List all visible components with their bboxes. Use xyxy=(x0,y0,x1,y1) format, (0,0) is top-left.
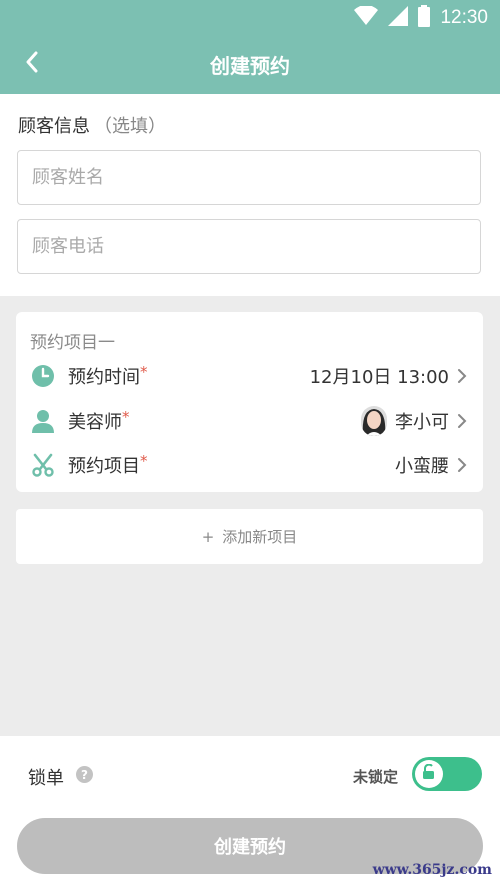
chevron-right-icon xyxy=(455,366,469,386)
unlock-icon xyxy=(421,763,437,784)
status-time: 12:30 xyxy=(440,7,488,28)
toggle-knob xyxy=(415,760,443,788)
chevron-right-icon xyxy=(455,411,469,431)
signal-icon xyxy=(388,6,409,30)
customer-name-input[interactable] xyxy=(17,150,481,205)
beautician-label: 美容师* xyxy=(68,408,130,433)
plus-icon: + xyxy=(201,527,215,546)
lock-order-label: 锁单 xyxy=(28,768,64,789)
beautician-value: 李小可 xyxy=(361,406,449,436)
add-new-item-label: 添加新项目 xyxy=(222,528,298,546)
appointment-time-label: 预约时间* xyxy=(68,363,148,388)
customer-phone-input[interactable] xyxy=(17,219,481,274)
watermark: www.365jz.com xyxy=(372,862,492,878)
battery-icon xyxy=(418,5,431,31)
app-header: 12:30 创建预约 xyxy=(0,0,500,94)
service-item-row[interactable]: 预约项目* 小蛮腰 xyxy=(16,445,483,485)
bottom-panel: 锁单 ? 未锁定 创建预约 www.365jz.com xyxy=(0,736,500,888)
appointment-time-value: 12月10日 13:00 xyxy=(309,367,449,388)
add-new-item-button[interactable]: + 添加新项目 xyxy=(16,509,483,564)
lock-toggle[interactable] xyxy=(412,757,482,791)
appointment-item-card: 预约项目一 预约时间* 12月10日 13:00 美容师* 李小可 预约项目* xyxy=(16,312,483,492)
customer-section-label: 顾客信息 xyxy=(18,116,90,137)
appointment-item-title: 预约项目一 xyxy=(30,333,115,353)
appointment-time-row[interactable]: 预约时间* 12月10日 13:00 xyxy=(16,356,483,396)
beautician-avatar xyxy=(361,406,387,436)
clock-icon xyxy=(30,363,56,389)
scissors-icon xyxy=(30,452,56,478)
service-item-value: 小蛮腰 xyxy=(395,456,449,477)
optional-label: （选填） xyxy=(94,116,166,137)
lock-status-text: 未锁定 xyxy=(352,768,398,786)
beautician-row[interactable]: 美容师* 李小可 xyxy=(16,401,483,441)
status-bar: 12:30 xyxy=(0,0,500,34)
wifi-icon xyxy=(354,5,379,30)
help-icon[interactable]: ? xyxy=(76,766,93,783)
customer-section-title: 顾客信息 （选填） xyxy=(18,112,166,138)
beautician-name: 李小可 xyxy=(395,412,449,433)
status-icons: 12:30 xyxy=(354,5,488,31)
chevron-right-icon xyxy=(455,455,469,475)
page-title: 创建预约 xyxy=(210,54,290,78)
user-icon xyxy=(30,408,56,434)
service-item-label: 预约项目* xyxy=(68,452,148,477)
customer-info-section: 顾客信息 （选填） xyxy=(0,94,500,296)
